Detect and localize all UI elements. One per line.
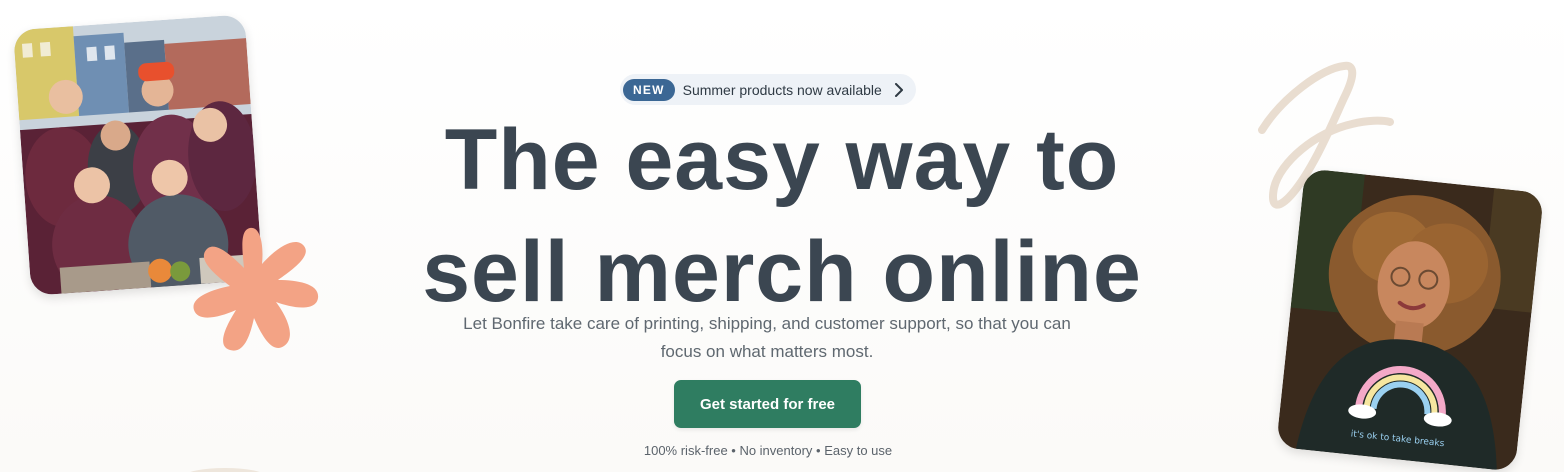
portrait-photo-image: it's ok to take breaks	[1276, 168, 1544, 472]
new-badge: NEW	[623, 78, 675, 101]
chevron-right-icon	[892, 82, 906, 97]
hero-description: Let Bonfire take care of printing, shipp…	[463, 314, 1071, 361]
portrait-photo: it's ok to take breaks	[1276, 168, 1544, 472]
blob-doodle-icon	[190, 468, 260, 472]
starburst-doodle-icon	[193, 227, 319, 351]
headline-line-1: The easy way to	[444, 112, 1120, 208]
hero-section: it's ok to take breaks NEW Summer produc…	[0, 0, 1564, 472]
announcement-link[interactable]: NEW Summer products now available	[620, 74, 916, 105]
get-started-button[interactable]: Get started for free	[674, 380, 861, 428]
announcement-text: Summer products now available	[682, 81, 882, 98]
benefits-tagline: 100% risk-free • No inventory • Easy to …	[643, 443, 893, 458]
page-title: The easy way to sell merch online	[340, 104, 1224, 328]
